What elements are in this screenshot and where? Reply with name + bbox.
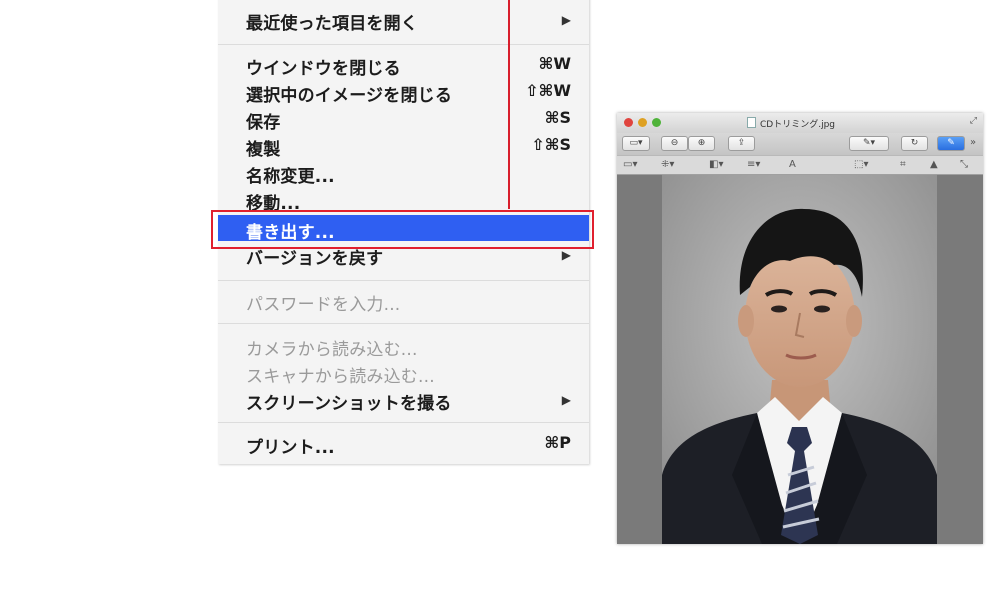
menu-item-label: スクリーンショットを撮る	[246, 394, 452, 414]
zoom-window-button[interactable]	[652, 118, 661, 127]
selection-tool-icon[interactable]: ▭▾	[623, 159, 637, 170]
submenu-arrow-icon: ▶	[561, 393, 571, 407]
annotation-line	[508, 0, 510, 209]
menu-item-shortcut: ⇧⌘S	[531, 135, 571, 154]
menu-item-shortcut: ⌘P	[544, 433, 571, 452]
menu-separator	[218, 280, 589, 281]
menu-item-import-from-camera: カメラから読み込む...	[218, 332, 589, 360]
fullscreen-icon[interactable]: ⤢	[970, 116, 977, 126]
zoom-in-icon[interactable]: ⊕	[688, 136, 715, 151]
minimize-window-button[interactable]	[638, 118, 647, 127]
portrait-photo	[662, 175, 937, 544]
annotate-pen-icon[interactable]: ✎▾	[849, 136, 889, 151]
zoom-out-icon[interactable]: ⊖	[661, 136, 688, 151]
menu-item-label: 複製	[246, 140, 281, 160]
menu-separator	[218, 323, 589, 324]
markup-toolbar-toggle-icon[interactable]: ✎	[937, 136, 965, 151]
menu-item-import-from-scanner: スキャナから読み込む...	[218, 359, 589, 387]
instant-alpha-icon[interactable]: ⁜▾	[661, 159, 674, 170]
menu-item-label: スキャナから読み込む...	[246, 367, 435, 387]
text-style-icon[interactable]: A	[789, 159, 796, 170]
menu-item-save[interactable]: 保存 ⌘S	[218, 105, 589, 133]
more-chevron-icon[interactable]: »	[970, 137, 976, 148]
menu-item-move[interactable]: 移動...	[218, 186, 589, 214]
color-fill-icon[interactable]: ◧▾	[709, 159, 723, 170]
window-titlebar[interactable]: CDトリミング.jpg ⤢	[617, 113, 983, 133]
preview-window: CDトリミング.jpg ⤢ ▭▾ ⊖ ⊕ ⇪ ✎▾ ↻ ✎ » ▭▾ ⁜▾ ◧▾…	[617, 113, 983, 544]
adjust-color-icon[interactable]: ▲	[930, 159, 938, 170]
menu-item-shortcut: ⌘W	[538, 54, 572, 73]
menu-item-open-recent[interactable]: 最近使った項目を開く ▶	[218, 6, 589, 34]
main-toolbar: ▭▾ ⊖ ⊕ ⇪ ✎▾ ↻ ✎ »	[617, 133, 983, 155]
menu-item-shortcut: ⇧⌘W	[525, 81, 571, 100]
submenu-arrow-icon: ▶	[561, 13, 571, 27]
rotate-icon[interactable]: ↻	[901, 136, 928, 151]
menu-item-print[interactable]: プリント... ⌘P	[218, 430, 589, 458]
menu-item-label: カメラから読み込む...	[246, 340, 418, 360]
annotation-highlight-box	[211, 210, 594, 249]
menu-item-duplicate[interactable]: 複製 ⇧⌘S	[218, 132, 589, 160]
window-title: CDトリミング.jpg	[760, 120, 836, 130]
menu-separator	[218, 422, 589, 423]
adjust-size-icon[interactable]: ⤡	[960, 159, 968, 170]
edit-toolbar: ▭▾ ⁜▾ ◧▾ ≡▾ A ⬚▾ ⌗ ▲ ⤡	[617, 155, 983, 175]
crop-icon[interactable]: ⌗	[900, 159, 906, 170]
menu-item-close-selected-image[interactable]: 選択中のイメージを閉じる ⇧⌘W	[218, 78, 589, 106]
menu-item-label: プリント...	[246, 438, 335, 458]
menu-item-take-screenshot[interactable]: スクリーンショットを撮る ▶	[218, 386, 589, 414]
submenu-arrow-icon: ▶	[561, 248, 571, 262]
menu-item-close-window[interactable]: ウインドウを閉じる ⌘W	[218, 51, 589, 79]
menu-item-shortcut: ⌘S	[544, 108, 571, 127]
view-mode-button[interactable]: ▭▾	[622, 136, 650, 151]
menu-item-label: 最近使った項目を開く	[246, 14, 418, 34]
menu-item-label: ウインドウを閉じる	[246, 59, 401, 79]
menu-item-enter-password: パスワードを入力...	[218, 287, 589, 315]
id-photo-image	[662, 175, 937, 544]
menu-item-label: 選択中のイメージを閉じる	[246, 86, 453, 106]
menu-item-label: 名称変更...	[246, 167, 335, 187]
close-window-button[interactable]	[624, 118, 633, 127]
menu-item-label: 保存	[246, 113, 281, 133]
shape-select-icon[interactable]: ⬚▾	[854, 159, 868, 170]
menu-separator	[218, 44, 589, 45]
document-icon	[747, 117, 756, 128]
share-icon[interactable]: ⇪	[728, 136, 755, 151]
menu-item-label: パスワードを入力...	[246, 295, 401, 315]
menu-item-rename[interactable]: 名称変更...	[218, 159, 589, 187]
line-style-icon[interactable]: ≡▾	[747, 159, 760, 170]
